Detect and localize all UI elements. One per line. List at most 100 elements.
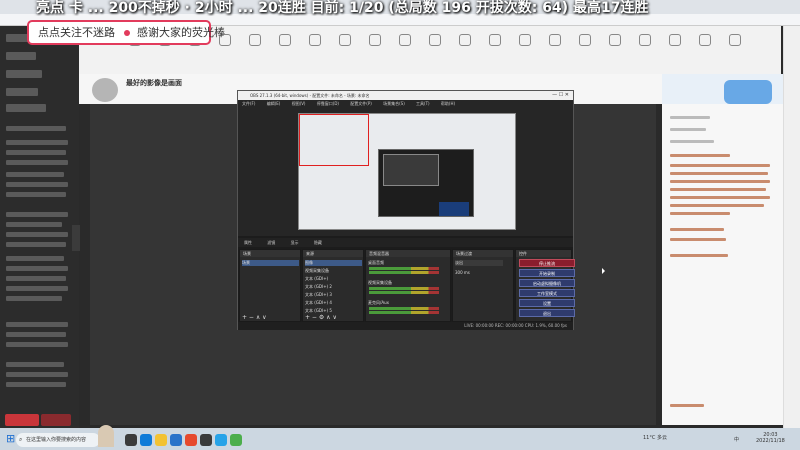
chat-promo-badge[interactable] (724, 80, 772, 104)
taskbar-clock[interactable]: 20:03 2022/11/18 (756, 432, 785, 444)
nav-item[interactable] (6, 104, 46, 112)
source-item[interactable]: 文本 (GDI+) 3 (305, 292, 332, 298)
app-icon[interactable] (230, 434, 242, 446)
menu-tools[interactable]: 工具(T) (416, 101, 430, 106)
studio-mode-button[interactable]: 工作室模式 (519, 289, 575, 297)
category-icon[interactable] (669, 34, 681, 46)
streamer-avatar[interactable] (92, 78, 118, 102)
input-language-indicator[interactable]: 中 (734, 436, 739, 443)
category-icon[interactable] (429, 34, 441, 46)
category-icon[interactable] (309, 34, 321, 46)
nav-item[interactable] (6, 382, 66, 387)
scene-item[interactable]: 场景 (242, 260, 299, 266)
source-item[interactable]: 文本 (GDI+) (305, 276, 328, 282)
obs-preview[interactable] (238, 108, 573, 236)
source-item[interactable]: 视频采集设备 (305, 268, 329, 274)
chat-message (670, 164, 770, 167)
nav-item[interactable] (6, 322, 68, 327)
category-icon[interactable] (519, 34, 531, 46)
transition-select[interactable]: 淡出 (455, 260, 503, 266)
task-view-icon[interactable] (125, 434, 137, 446)
nav-item[interactable] (6, 70, 42, 78)
obs-window[interactable]: OBS 27.1.3 (64-bit, windows) - 配置文件: 未命名… (237, 90, 575, 330)
source-selection-box[interactable] (299, 114, 369, 166)
nav-item[interactable] (6, 286, 68, 291)
start-recording-button[interactable]: 开始录制 (519, 269, 575, 277)
menu-scene-collection[interactable]: 场景集合(S) (383, 101, 405, 106)
obs-window-controls[interactable]: — ☐ ✕ (552, 91, 569, 100)
transition-duration[interactable]: 300 ms (455, 270, 470, 275)
source-item[interactable]: 图像 (305, 260, 362, 266)
category-icon[interactable] (459, 34, 471, 46)
taskbar-search-box[interactable]: ⌕ 在这里输入你要搜索的内容 (16, 433, 100, 447)
category-icon[interactable] (369, 34, 381, 46)
source-item[interactable]: 文本 (GDI+) 2 (305, 284, 332, 290)
page-scrollbar[interactable] (783, 26, 800, 428)
windows-start-icon[interactable]: ⊞ (6, 432, 15, 445)
nav-item[interactable] (6, 182, 68, 187)
source-add-remove-icons[interactable]: + − ⚙ ∧ ∨ (305, 314, 337, 321)
nav-item[interactable] (6, 150, 66, 155)
settings-button[interactable]: 设置 (519, 299, 575, 307)
edge-browser-icon[interactable] (140, 434, 152, 446)
filters-button[interactable]: 滤镜 (267, 240, 275, 245)
stream-banner-overlay: 亮点 卡 ... 200不掉秒 · 2小时 ... 20连胜 目前: 1/20 … (36, 0, 649, 16)
menu-file[interactable]: 文件(F) (242, 101, 255, 106)
category-icon[interactable] (279, 34, 291, 46)
category-icon[interactable] (729, 34, 741, 46)
show-button[interactable]: 显示 (291, 240, 299, 245)
taskbar-weather[interactable]: 11°C 多云 (643, 434, 667, 441)
obs-title-bar[interactable]: OBS 27.1.3 (64-bit, windows) - 配置文件: 未命名… (238, 91, 573, 100)
nav-item[interactable] (6, 212, 68, 217)
nav-item[interactable] (6, 332, 66, 337)
category-icon[interactable] (639, 34, 651, 46)
hide-button[interactable]: 隐藏 (314, 240, 322, 245)
menu-help[interactable]: 帮助(H) (441, 101, 455, 106)
menu-docks[interactable]: 停靠窗口(D) (317, 101, 339, 106)
stop-streaming-button[interactable]: 停止推流 (519, 259, 575, 267)
properties-button[interactable]: 属性 (244, 240, 252, 245)
sidebar-red-button[interactable] (5, 414, 39, 426)
category-icon[interactable] (549, 34, 561, 46)
nav-item[interactable] (6, 256, 64, 261)
app-icon[interactable] (185, 434, 197, 446)
menu-profile[interactable]: 配置文件(P) (350, 101, 372, 106)
exit-button[interactable]: 退出 (519, 309, 575, 317)
nav-item[interactable] (6, 140, 68, 145)
virtual-camera-button[interactable]: 启动虚拟摄像机 (519, 279, 575, 287)
nav-item[interactable] (6, 52, 36, 60)
nav-item[interactable] (6, 126, 66, 131)
nav-item[interactable] (6, 362, 64, 367)
nav-item[interactable] (6, 342, 68, 347)
nav-item[interactable] (6, 276, 66, 281)
category-icon[interactable] (579, 34, 591, 46)
sidebar-collapse-handle[interactable] (72, 225, 80, 251)
menu-edit[interactable]: 编辑(E) (267, 101, 281, 106)
nav-item[interactable] (6, 266, 68, 271)
obs-taskbar-icon[interactable] (200, 434, 212, 446)
nav-item[interactable] (6, 88, 38, 96)
category-icon[interactable] (609, 34, 621, 46)
store-icon[interactable] (170, 434, 182, 446)
nav-item[interactable] (6, 172, 64, 177)
nav-item[interactable] (6, 242, 66, 247)
nav-item[interactable] (6, 192, 66, 197)
category-icon[interactable] (249, 34, 261, 46)
category-icon[interactable] (699, 34, 711, 46)
sidebar-red-button-2[interactable] (41, 414, 71, 426)
obs-status-bar: LIVE: 00:00:00 REC: 00:00:00 CPU: 1.9%, … (238, 322, 573, 330)
nav-item[interactable] (6, 232, 68, 237)
file-explorer-icon[interactable] (155, 434, 167, 446)
nav-item[interactable] (6, 222, 62, 227)
source-item[interactable]: 文本 (GDI+) 4 (305, 300, 332, 306)
menu-view[interactable]: 视图(V) (292, 101, 306, 106)
scene-add-remove-icons[interactable]: + − ∧ ∨ (242, 314, 267, 321)
nav-item[interactable] (6, 296, 62, 301)
category-icon[interactable] (489, 34, 501, 46)
audio-meter (369, 307, 439, 310)
nav-item[interactable] (6, 372, 68, 377)
app-icon[interactable] (215, 434, 227, 446)
category-icon[interactable] (339, 34, 351, 46)
nav-item[interactable] (6, 160, 68, 165)
category-icon[interactable] (399, 34, 411, 46)
